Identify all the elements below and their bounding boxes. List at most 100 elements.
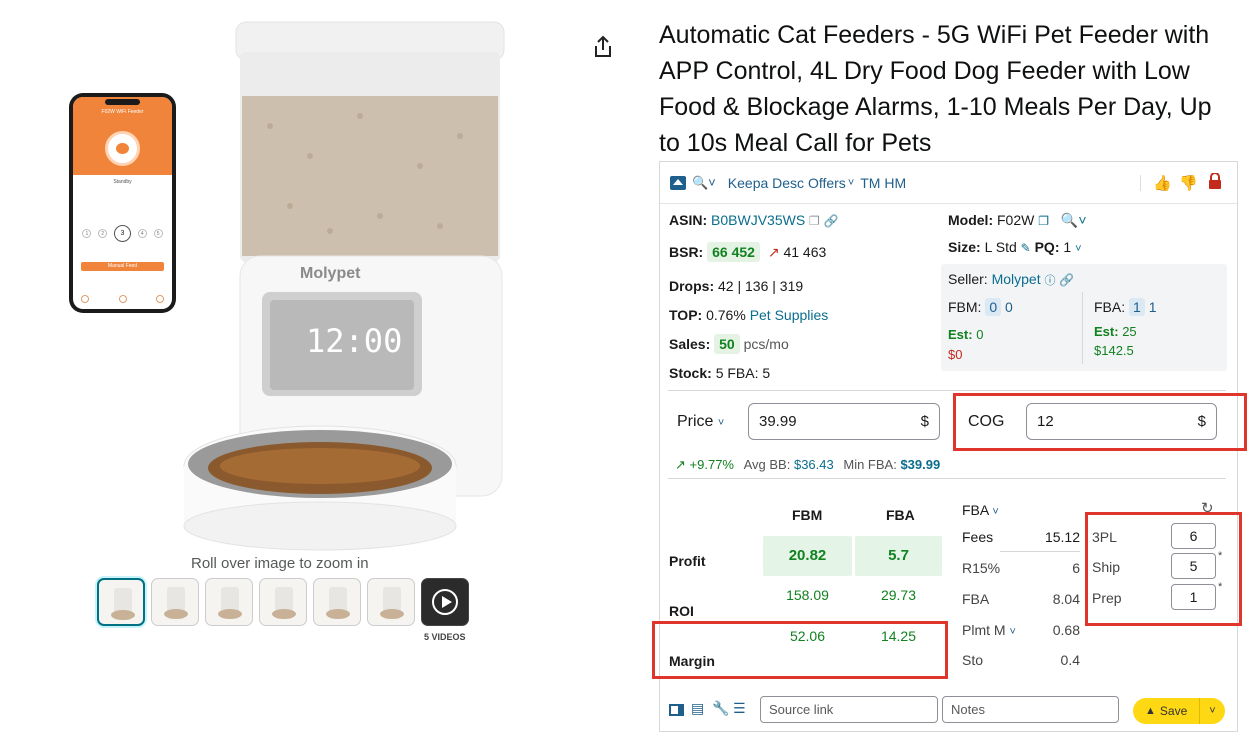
phone-notch	[105, 99, 140, 105]
zoom-hint: Roll over image to zoom in	[191, 555, 369, 572]
fba-est-value: 25	[1122, 324, 1137, 339]
seller-row: Seller: Molypet ⓘ 🔗	[948, 271, 1074, 288]
search-icon[interactable]: 🔍˅	[692, 175, 716, 191]
chevron-down-icon[interactable]: ˅	[848, 177, 854, 189]
roi-fba-value: 29.73	[880, 587, 917, 603]
share-icon[interactable]	[590, 34, 616, 60]
drops-row: Drops: 42 | 136 | 319	[669, 278, 803, 294]
sidebar-icon[interactable]	[669, 704, 684, 716]
keepa-dropdown[interactable]: Keepa Desc Offers	[728, 175, 846, 191]
fee-row: Fees 15.12	[962, 529, 1080, 545]
sales-value: 50	[714, 334, 740, 354]
thumbnail-image[interactable]	[151, 578, 199, 626]
price-value: 39.99	[759, 413, 797, 430]
bsr-trend-value: 41 463	[783, 244, 827, 260]
highlight-margin	[652, 621, 948, 679]
wrench-icon[interactable]: 🔧	[712, 700, 729, 717]
top-category-link[interactable]: Pet Supplies	[750, 307, 829, 323]
fee-divider	[1000, 551, 1080, 552]
fee-row[interactable]: Plmt M ˅ 0.68	[962, 622, 1080, 638]
meal-number: 2	[98, 229, 108, 238]
save-button[interactable]: ▲ Save ˅	[1133, 698, 1225, 724]
fbm-est-value: 0	[976, 327, 984, 342]
thumbs-up-icon[interactable]: 👍	[1153, 174, 1172, 192]
link-icon[interactable]: 🔗	[824, 214, 839, 228]
price-input[interactable]: 39.99 $	[748, 403, 940, 440]
collapse-icon[interactable]	[670, 175, 686, 190]
thumbnail-image[interactable]	[367, 578, 415, 626]
fee-row: R15% 6	[962, 560, 1080, 576]
fba-est-money: $142.5	[1094, 343, 1134, 358]
list-icon[interactable]: ☰	[733, 700, 746, 717]
fee-row: Sto 0.4	[962, 652, 1080, 668]
fee-mode-dropdown[interactable]: FBA ˅	[962, 502, 999, 518]
phone-manual-feed-button: Manual Feed	[81, 262, 164, 271]
chart-icon[interactable]: ▤	[691, 700, 704, 717]
notes-input[interactable]: Notes	[942, 696, 1119, 723]
bsr-value: 66 452	[707, 242, 760, 262]
fee-value: 0.68	[1052, 622, 1080, 638]
price-label: Price	[677, 413, 714, 430]
min-fba-label: Min FBA:	[843, 457, 897, 472]
fee-value: 15.12	[1044, 529, 1080, 545]
phone-app-image: F02W WiFi Feeder Standby 1 2 3 4 5 Manua…	[69, 93, 176, 313]
fee-label: R15%	[962, 560, 1001, 576]
trend-up-icon: ↗	[767, 244, 780, 260]
fee-label: Sto	[962, 652, 984, 668]
model-value: F02W	[997, 212, 1035, 228]
fee-row: FBA 8.04	[962, 591, 1080, 607]
seller-link[interactable]: Molypet	[992, 271, 1041, 287]
search-icon[interactable]: 🔍˅	[1061, 212, 1087, 228]
chevron-down-icon[interactable]: ˅	[1199, 698, 1225, 724]
edit-icon[interactable]: ✎	[1021, 241, 1031, 255]
stock-row: Stock: 5 FBA: 5	[669, 365, 770, 381]
roi-label: ROI	[669, 603, 694, 619]
asin-value[interactable]: B0BWJV35WS	[711, 212, 805, 228]
stock-label: Stock:	[669, 365, 712, 381]
copy-icon[interactable]: ❐	[1038, 214, 1049, 228]
link-icon[interactable]: 🔗	[1059, 273, 1074, 287]
chevron-down-icon: ˅	[992, 506, 999, 518]
chevron-down-icon[interactable]: ˅	[1075, 243, 1081, 255]
thumbnail-image[interactable]	[313, 578, 361, 626]
fba-count-secondary: 1	[1148, 299, 1157, 315]
fba-label: FBA:	[1094, 299, 1126, 315]
thumbnail-image[interactable]	[97, 578, 145, 626]
play-icon	[432, 589, 458, 615]
thumbnail-strip	[97, 578, 469, 626]
phone-header: F02W WiFi Feeder	[73, 97, 172, 175]
sales-row: Sales: 50 pcs/mo	[669, 334, 789, 354]
info-icon[interactable]: ⓘ	[1045, 275, 1056, 287]
video-thumbnail[interactable]	[421, 578, 469, 626]
price-dropdown[interactable]: Price ˅	[677, 413, 724, 431]
avg-bb-label: Avg BB:	[743, 457, 791, 472]
asin-row: ASIN: B0BWJV35WS ❐ 🔗	[669, 212, 839, 228]
highlight-extra-costs	[1085, 512, 1242, 626]
fba-count: 1	[1129, 298, 1145, 316]
record-icon	[118, 295, 127, 303]
source-link-input[interactable]: Source link	[760, 696, 938, 723]
trend-up-icon: ↗	[675, 457, 686, 472]
fee-mode-label: FBA	[962, 502, 989, 518]
save-label: Save	[1159, 704, 1188, 718]
lock-icon[interactable]	[1208, 172, 1222, 189]
thumbnail-image[interactable]	[259, 578, 307, 626]
tm-hm-link[interactable]: TM HM	[860, 175, 906, 191]
fbm-est-row: Est: 0	[948, 327, 983, 342]
product-title: Automatic Cat Feeders - 5G WiFi Pet Feed…	[659, 21, 1212, 157]
divider	[668, 390, 1226, 391]
model-row: Model: F02W ❐ 🔍˅	[948, 212, 1087, 229]
clock-icon	[81, 295, 89, 303]
thumbnail-image[interactable]	[205, 578, 253, 626]
meal-number: 5	[153, 229, 163, 238]
main-product-image[interactable]: Molypet 12:00	[180, 16, 510, 551]
size-value: L Std	[984, 239, 1017, 255]
seller-divider	[1082, 292, 1083, 364]
drops-value: 42 | 136 | 319	[718, 278, 804, 294]
copy-icon[interactable]: ❐	[809, 214, 820, 228]
price-change: +9.77%	[689, 457, 734, 472]
size-label: Size:	[948, 239, 981, 255]
sales-unit: pcs/mo	[743, 336, 789, 352]
thumbs-down-icon[interactable]: 👎	[1179, 174, 1198, 192]
meal-number-selected: 3	[113, 225, 131, 242]
